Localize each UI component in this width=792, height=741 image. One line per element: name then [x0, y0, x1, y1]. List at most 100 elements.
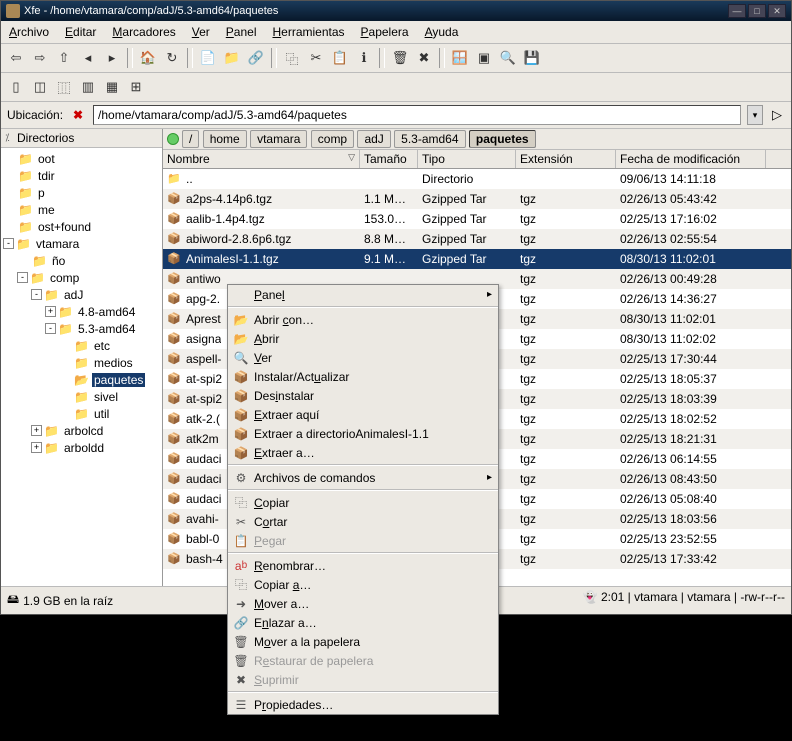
tree-item[interactable]: +📁arboldd [3, 439, 160, 456]
table-row[interactable]: 📁..Directorio09/06/13 14:11:18 [163, 169, 791, 189]
breadcrumb-item[interactable]: vtamara [250, 130, 307, 148]
tree-toggle[interactable]: + [31, 442, 42, 453]
location-input[interactable] [93, 105, 741, 125]
up-button[interactable]: ⇧ [53, 47, 75, 69]
ctx-trash[interactable]: 🗑Mover a la papelera [228, 632, 498, 651]
table-row[interactable]: 📦AnimalesI-1.1.tgz9.1 M…Gzipped Tartgz08… [163, 249, 791, 269]
properties-button[interactable]: ℹ [353, 47, 375, 69]
ctx-scripts[interactable]: ⚙Archivos de comandos▸ [228, 468, 498, 487]
tree-item[interactable]: 📁ost+found [3, 218, 160, 235]
ctx-open-with[interactable]: 📂Abrir con… [228, 310, 498, 329]
tree-item[interactable]: 📁ño [3, 252, 160, 269]
menu-editar[interactable]: Editar [65, 25, 96, 39]
breadcrumb-item[interactable]: home [203, 130, 247, 148]
tree-item[interactable]: 📁p [3, 184, 160, 201]
ctx-cut[interactable]: ✂Cortar [228, 512, 498, 531]
newfile-button[interactable]: 📄 [197, 47, 219, 69]
tree-item[interactable]: -📁adJ [3, 286, 160, 303]
ctx-properties[interactable]: ☰Propiedades… [228, 695, 498, 714]
tree-toggle[interactable]: - [17, 272, 28, 283]
tree-item[interactable]: 📁me [3, 201, 160, 218]
panel-3-button[interactable]: ⿲ [53, 76, 75, 98]
tree-item[interactable]: 📁medios [3, 354, 160, 371]
newwin-button[interactable]: 🪟 [449, 47, 471, 69]
table-row[interactable]: 📦abiword-2.8.6p6.tgz8.8 M…Gzipped Tartgz… [163, 229, 791, 249]
search-button[interactable]: 🔍 [497, 47, 519, 69]
menu-ver[interactable]: Ver [192, 25, 210, 39]
ctx-open[interactable]: 📂Abrir [228, 329, 498, 348]
tree-toggle[interactable]: - [3, 238, 14, 249]
copy-button[interactable]: ⿻ [281, 47, 303, 69]
ctx-uninstall[interactable]: 📦Desinstalar [228, 386, 498, 405]
tree-toggle[interactable]: - [31, 289, 42, 300]
back-button[interactable]: ⇦ [5, 47, 27, 69]
ctx-panel[interactable]: Panel▸ [228, 285, 498, 304]
ctx-rename[interactable]: abRenombrar… [228, 556, 498, 575]
ctx-extract-to[interactable]: 📦Extraer a… [228, 443, 498, 462]
tree-item[interactable]: -📁5.3-amd64 [3, 320, 160, 337]
newlink-button[interactable]: 🔗 [245, 47, 267, 69]
menu-papelera[interactable]: Papelera [361, 25, 409, 39]
paste-button[interactable]: 📋 [329, 47, 351, 69]
ctx-view[interactable]: 🔍Ver [228, 348, 498, 367]
back2-button[interactable]: ◂ [77, 47, 99, 69]
menu-ayuda[interactable]: Ayuda [425, 25, 459, 39]
terminal-button[interactable]: ▣ [473, 47, 495, 69]
titlebar[interactable]: Xfe - /home/vtamara/comp/adJ/5.3-amd64/p… [1, 1, 791, 21]
delete-button[interactable]: ✖ [413, 47, 435, 69]
close-button[interactable]: ✕ [768, 4, 786, 18]
tree-item[interactable]: 📁util [3, 405, 160, 422]
tree-item[interactable]: -📁vtamara [3, 235, 160, 252]
tree-item[interactable]: +📁4.8-amd64 [3, 303, 160, 320]
menu-marcadores[interactable]: Marcadores [112, 25, 175, 39]
menu-herramientas[interactable]: Herramientas [272, 25, 344, 39]
breadcrumb-item[interactable]: paquetes [469, 130, 536, 148]
go-button[interactable]: ▷ [769, 107, 785, 123]
mount-button[interactable]: 💾 [521, 47, 543, 69]
ctx-extract-here[interactable]: 📦Extraer aquí [228, 405, 498, 424]
tree-toggle[interactable]: - [45, 323, 56, 334]
ctx-move-to[interactable]: ➜Mover a… [228, 594, 498, 613]
newfolder-button[interactable]: 📁 [221, 47, 243, 69]
tree-item[interactable]: 📁sivel [3, 388, 160, 405]
forward2-button[interactable]: ▸ [101, 47, 123, 69]
resize-icon[interactable]: ⁒ [5, 133, 13, 144]
minimize-button[interactable]: — [728, 4, 746, 18]
location-dropdown[interactable]: ▾ [747, 105, 763, 125]
ctx-copy[interactable]: ⿻Copiar [228, 493, 498, 512]
tree-item[interactable]: 📁oot [3, 150, 160, 167]
tree-item[interactable]: -📁comp [3, 269, 160, 286]
col-type[interactable]: Tipo [418, 150, 516, 168]
tree-toggle[interactable]: + [31, 425, 42, 436]
menu-panel[interactable]: Panel [226, 25, 257, 39]
panel-2-button[interactable]: ◫ [29, 76, 51, 98]
trash-button[interactable]: 🗑 [389, 47, 411, 69]
breadcrumb-item[interactable]: adJ [357, 130, 390, 148]
col-name[interactable]: Nombre▽ [163, 150, 360, 168]
cut-button[interactable]: ✂ [305, 47, 327, 69]
refresh-button[interactable]: ↻ [161, 47, 183, 69]
panel-4-button[interactable]: ▥ [77, 76, 99, 98]
ctx-extract-named[interactable]: 📦Extraer a directorioAnimalesI-1.1 [228, 424, 498, 443]
tree-item[interactable]: 📂paquetes [3, 371, 160, 388]
breadcrumb-item[interactable]: 5.3-amd64 [394, 130, 465, 148]
breadcrumb-item[interactable]: / [182, 130, 199, 148]
ctx-copy-to[interactable]: ⿻Copiar a… [228, 575, 498, 594]
col-date[interactable]: Fecha de modificación [616, 150, 766, 168]
clear-location-button[interactable]: ✖ [69, 106, 87, 124]
panel-6-button[interactable]: ⊞ [125, 76, 147, 98]
tree-item[interactable]: 📁tdir [3, 167, 160, 184]
col-size[interactable]: Tamaño [360, 150, 418, 168]
tree-toggle[interactable]: + [45, 306, 56, 317]
panel-5-button[interactable]: ▦ [101, 76, 123, 98]
breadcrumb-item[interactable]: comp [311, 130, 354, 148]
tree-item[interactable]: 📁etc [3, 337, 160, 354]
table-row[interactable]: 📦aalib-1.4p4.tgz153.0…Gzipped Tartgz02/2… [163, 209, 791, 229]
table-row[interactable]: 📦a2ps-4.14p6.tgz1.1 M…Gzipped Tartgz02/2… [163, 189, 791, 209]
home-button[interactable]: 🏠 [137, 47, 159, 69]
ctx-link-to[interactable]: 🔗Enlazar a… [228, 613, 498, 632]
col-ext[interactable]: Extensión [516, 150, 616, 168]
tree-item[interactable]: +📁arbolcd [3, 422, 160, 439]
directory-tree[interactable]: 📁oot📁tdir📁p📁me📁ost+found-📁vtamara📁ño-📁co… [1, 148, 162, 586]
maximize-button[interactable]: □ [748, 4, 766, 18]
